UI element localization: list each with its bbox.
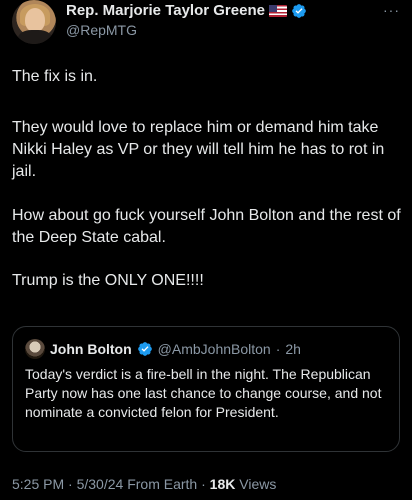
quoted-tweet-header: John Bolton @AmbJohnBolton · 2h: [25, 339, 301, 359]
quoted-tweet[interactable]: John Bolton @AmbJohnBolton · 2h Today's …: [12, 326, 400, 452]
author-avatar[interactable]: [12, 0, 56, 44]
quoted-time: 2h: [285, 341, 301, 357]
verified-badge-icon: [292, 3, 306, 18]
post-time[interactable]: 5:25 PM: [12, 476, 64, 492]
quoted-author-handle: @AmbJohnBolton: [157, 341, 271, 357]
tweet-paragraph: They would love to replace him or demand…: [12, 119, 385, 180]
post-date[interactable]: 5/30/24: [77, 476, 124, 492]
tweet-header: Rep. Marjorie Taylor Greene @RepMTG ···: [12, 0, 400, 46]
views-label: Views: [239, 476, 277, 492]
author-name[interactable]: Rep. Marjorie Taylor Greene: [66, 2, 265, 19]
quoted-author-name: John Bolton: [50, 341, 132, 357]
tweet-paragraph: How about go fuck yourself John Bolton a…: [12, 207, 401, 246]
quoted-tweet-text: Today's verdict is a fire-bell in the ni…: [25, 366, 382, 420]
tweet-paragraph: The fix is in.: [12, 68, 98, 85]
quoted-author-avatar: [25, 339, 45, 359]
author-handle[interactable]: @RepMTG: [66, 22, 137, 38]
verified-badge-icon: [137, 342, 152, 356]
separator-dot: ·: [275, 341, 281, 357]
more-options-icon[interactable]: ···: [383, 2, 400, 18]
us-flag-icon: [268, 4, 287, 17]
post-source: From Earth: [127, 476, 198, 492]
tweet-paragraph: Trump is the ONLY ONE!!!!: [12, 272, 204, 289]
separator-dot: ·: [201, 476, 210, 492]
author-name-row: Rep. Marjorie Taylor Greene: [66, 2, 307, 19]
separator-dot: ·: [68, 476, 77, 492]
views-count: 18K: [209, 476, 236, 492]
tweet-meta: 5:25 PM · 5/30/24 From Earth · 18K Views: [12, 476, 276, 492]
